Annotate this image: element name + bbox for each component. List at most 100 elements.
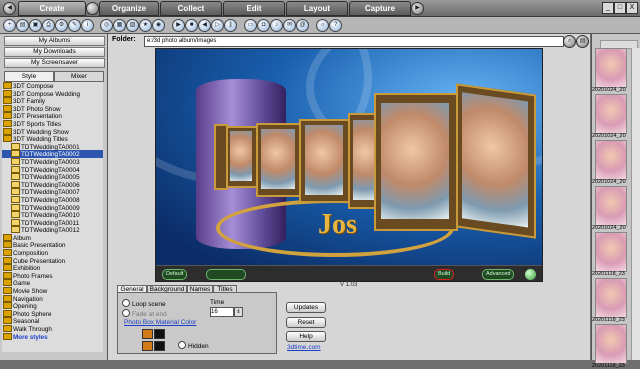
tree-item[interactable]: 3DT Compose Wedding: [2, 89, 103, 98]
hidden-radio[interactable]: [178, 341, 186, 349]
thumbnail-scrollbar[interactable]: [631, 48, 640, 360]
folder-path-field[interactable]: e:/3d photo album/Images: [144, 36, 564, 47]
picture-icon[interactable]: ▧: [126, 19, 139, 32]
tree-item[interactable]: TDTWeddingTA0004: [2, 165, 103, 174]
loop-scene-checkbox[interactable]: [122, 299, 130, 307]
my-albums-button[interactable]: My Albums: [4, 36, 105, 46]
print-icon[interactable]: ⎙: [42, 19, 55, 32]
settings-icon[interactable]: ⚙: [55, 19, 68, 32]
tree-item[interactable]: 3DT Family: [2, 97, 103, 105]
updates-button[interactable]: Updates: [286, 302, 326, 313]
my-downloads-button[interactable]: My Downloads: [4, 47, 105, 57]
camera-icon[interactable]: ◘: [257, 19, 270, 32]
tree-item[interactable]: TDTWeddingTA0005: [2, 173, 103, 181]
tree-item[interactable]: TDTWeddingTA0007: [2, 188, 103, 196]
thumbnail-image[interactable]: [595, 94, 627, 134]
preview-window[interactable]: Jos Default Build Advanced: [155, 48, 543, 282]
tree-item[interactable]: TDTWeddingTA0010: [2, 211, 103, 219]
grid-icon[interactable]: ▦: [113, 19, 126, 32]
sun-icon[interactable]: ☼: [316, 19, 329, 32]
tree-item[interactable]: 3DT Compose: [2, 82, 103, 90]
tree-item[interactable]: TDTWeddingTA0003: [2, 157, 103, 166]
help-button[interactable]: Help: [286, 331, 326, 342]
pause-icon[interactable]: ∥: [224, 19, 237, 32]
advanced-button[interactable]: Advanced: [482, 269, 515, 280]
tools-icon[interactable]: ✎: [68, 19, 81, 32]
play-icon[interactable]: ▶: [172, 19, 185, 32]
search-icon[interactable]: ⌕: [563, 35, 576, 48]
thumbnail-image[interactable]: [595, 278, 627, 318]
time-stepper-icon[interactable]: ⇕: [234, 307, 243, 317]
tree-item[interactable]: Navigation: [2, 294, 103, 303]
tab-organize[interactable]: Organize: [99, 1, 159, 16]
tree-item[interactable]: TDTWeddingTA0002: [2, 150, 103, 158]
back-icon[interactable]: ◀: [3, 2, 16, 15]
stop-icon[interactable]: ■: [185, 19, 198, 32]
tree-item[interactable]: Photo Sphere: [2, 309, 103, 318]
tree-item[interactable]: TDTWeddingTA0009: [2, 203, 103, 212]
hidden-option[interactable]: Hidden: [178, 341, 209, 350]
loop-scene-option[interactable]: Loop scene: [122, 299, 166, 308]
save-icon[interactable]: ▣: [29, 19, 42, 32]
music-icon[interactable]: ♪: [270, 19, 283, 32]
tab-create[interactable]: Create: [18, 1, 86, 16]
open-icon[interactable]: ▤: [16, 19, 29, 32]
forward-icon[interactable]: ▶: [411, 2, 424, 15]
tree-item[interactable]: Photo Frames: [2, 271, 103, 280]
tab-edit[interactable]: Edit: [223, 1, 285, 16]
maximize-button[interactable]: □: [614, 2, 626, 14]
reset-button[interactable]: Reset: [286, 317, 326, 328]
dot-icon[interactable]: [86, 2, 99, 15]
tree-item[interactable]: TDTWeddingTA0008: [2, 195, 103, 204]
tree-item[interactable]: TDTWeddingTA0006: [2, 180, 103, 189]
tree-item[interactable]: 3DT Presentation: [2, 112, 103, 120]
tree-item[interactable]: Album: [2, 233, 103, 242]
thumbnail-image[interactable]: [595, 232, 627, 272]
tab-capture[interactable]: Capture: [349, 1, 411, 16]
close-button[interactable]: X: [626, 2, 638, 14]
skip-icon[interactable]: ▷: [211, 19, 224, 32]
go-icon[interactable]: [524, 268, 537, 281]
tree-item[interactable]: 3DT Wedding Show: [2, 127, 103, 136]
tree-item[interactable]: TDTWeddingTA0011: [2, 218, 103, 227]
new-icon[interactable]: +: [3, 19, 16, 32]
star-icon[interactable]: ★: [139, 19, 152, 32]
fade-at-end-option[interactable]: Fade at end: [122, 309, 167, 318]
view-icon[interactable]: ◎: [100, 19, 113, 32]
fade-at-end-checkbox[interactable]: [122, 309, 130, 317]
globe-icon[interactable]: ◉: [152, 19, 165, 32]
tree-item[interactable]: More styles: [2, 332, 103, 341]
build-button[interactable]: Build: [434, 269, 455, 280]
minimize-button[interactable]: _: [602, 2, 614, 14]
tab-style[interactable]: Style: [4, 71, 54, 82]
web-icon[interactable]: @: [296, 19, 309, 32]
color-swatch-orange[interactable]: [142, 341, 153, 351]
tree-item[interactable]: TDTWeddingTA0012: [2, 226, 103, 234]
tree-item[interactable]: 3DT Wedding Titles: [2, 135, 103, 143]
thumbnail-image[interactable]: [595, 186, 627, 226]
mail-icon[interactable]: ✉: [283, 19, 296, 32]
tree-item[interactable]: 3DT Sports Titles: [2, 119, 103, 128]
film-icon[interactable]: ▭: [244, 19, 257, 32]
tree-item[interactable]: Game: [2, 279, 103, 287]
color-swatch-black[interactable]: [154, 341, 165, 351]
tree-item[interactable]: 3DT Photo Show: [2, 104, 103, 113]
color-swatch-orange[interactable]: [142, 329, 153, 339]
info-icon[interactable]: i: [81, 19, 94, 32]
tab-mixer[interactable]: Mixer: [54, 71, 104, 82]
thumbnail-image[interactable]: [595, 140, 627, 180]
material-color-link[interactable]: Photo Box Material Color: [124, 319, 196, 326]
thumbnail-image[interactable]: [595, 48, 627, 88]
browse-folder-icon[interactable]: ▤: [576, 35, 589, 48]
tree-item[interactable]: Movie Show: [2, 287, 103, 295]
tree-item[interactable]: Exhibition: [2, 264, 103, 272]
help-icon[interactable]: ?: [329, 19, 342, 32]
tree-item[interactable]: Opening: [2, 302, 103, 310]
tree-item[interactable]: Composition: [2, 249, 103, 257]
time-input[interactable]: 16: [210, 307, 234, 317]
tree-item[interactable]: Seasonal: [2, 317, 103, 325]
tree-item[interactable]: Basic Presentation: [2, 241, 103, 249]
tree-item[interactable]: Walk Through: [2, 325, 103, 333]
tree-item[interactable]: TDTWeddingTA0001: [2, 142, 103, 151]
default-dropdown[interactable]: Default: [162, 269, 188, 280]
